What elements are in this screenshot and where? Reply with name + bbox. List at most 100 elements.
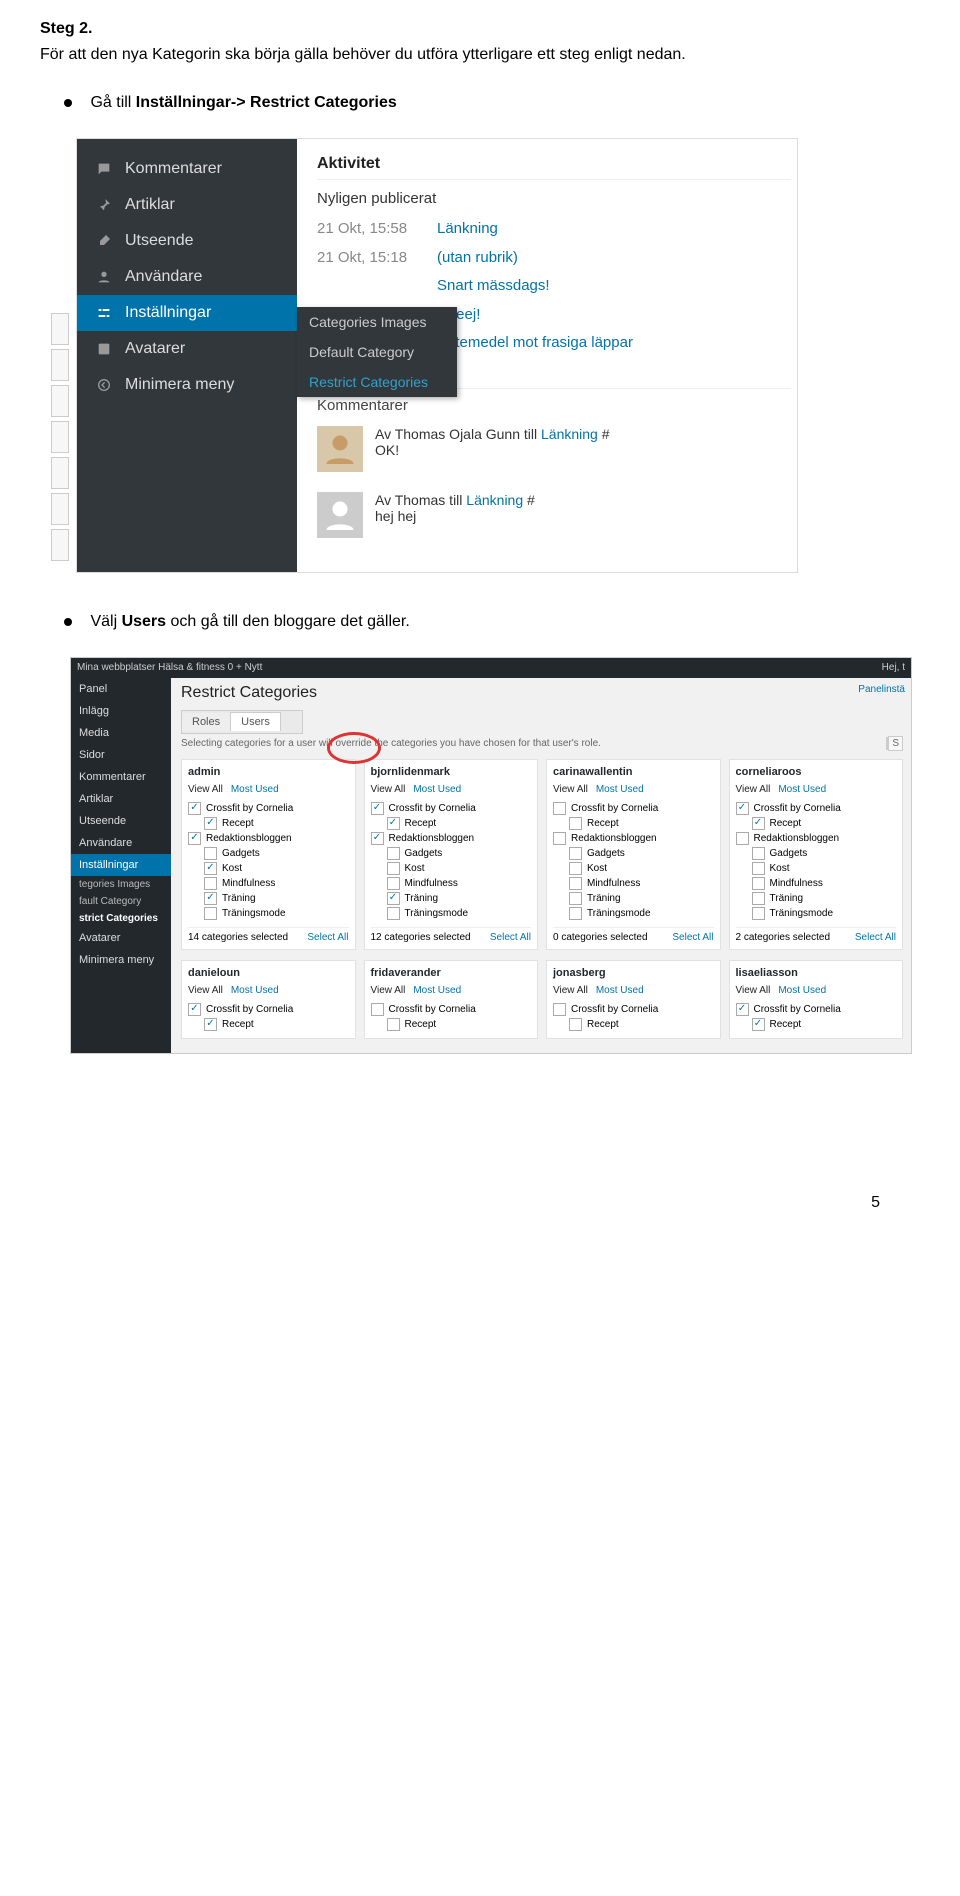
select-all-link[interactable]: Select All — [672, 932, 713, 943]
admin-sidebar[interactable]: PanelInläggMediaSidorKommentarerArtiklar… — [71, 678, 171, 1053]
select-all-link[interactable]: Select All — [490, 932, 531, 943]
checkbox[interactable]: ✓ — [204, 892, 217, 905]
checkbox[interactable]: ✓ — [736, 802, 749, 815]
most-used-link[interactable]: Most Used — [778, 985, 826, 996]
search-button[interactable]: S — [888, 736, 903, 751]
category-row[interactable]: ✓Crossfit by Cornelia — [736, 1002, 897, 1017]
category-row[interactable]: Mindfulness — [387, 876, 532, 891]
admin-sidebar[interactable]: KommentarerArtiklarUtseendeAnvändareInst… — [77, 139, 297, 572]
category-row[interactable]: Träning — [752, 891, 897, 906]
most-used-link[interactable]: Most Used — [231, 985, 279, 996]
view-all-link[interactable]: View All — [188, 784, 223, 795]
checkbox[interactable] — [387, 907, 400, 920]
sidebar-item[interactable]: Inlägg — [71, 700, 171, 722]
checkbox[interactable] — [371, 1003, 384, 1016]
row-link[interactable]: (utan rubrik) — [437, 244, 518, 273]
view-all-link[interactable]: View All — [553, 985, 588, 996]
sidebar-item[interactable]: Media — [71, 722, 171, 744]
checkbox[interactable] — [736, 832, 749, 845]
tab-users[interactable]: Users — [230, 712, 281, 731]
category-row[interactable]: ✓Recept — [204, 1017, 349, 1032]
sidebar-item-avatarer[interactable]: Avatarer — [77, 331, 297, 367]
checkbox[interactable]: ✓ — [736, 1003, 749, 1016]
checkbox[interactable]: ✓ — [752, 817, 765, 830]
checkbox[interactable] — [752, 862, 765, 875]
sidebar-item[interactable]: Sidor — [71, 744, 171, 766]
checkbox[interactable]: ✓ — [371, 832, 384, 845]
checkbox[interactable] — [569, 847, 582, 860]
sidebar-item-minimera meny[interactable]: Minimera meny — [77, 367, 297, 403]
select-all-link[interactable]: Select All — [307, 932, 348, 943]
row-link[interactable]: Snart mässdags! — [437, 272, 550, 301]
checkbox[interactable] — [569, 877, 582, 890]
checkbox[interactable] — [752, 877, 765, 890]
category-row[interactable]: ✓Recept — [387, 816, 532, 831]
sidebar-item[interactable]: Panel — [71, 678, 171, 700]
category-row[interactable]: ✓Recept — [752, 1017, 897, 1032]
checkbox[interactable] — [387, 862, 400, 875]
settings-submenu[interactable]: Categories ImagesDefault CategoryRestric… — [297, 307, 457, 397]
sidebar-item[interactable]: Avatarer — [71, 927, 171, 949]
sidebar-item[interactable]: Artiklar — [71, 788, 171, 810]
checkbox[interactable] — [387, 877, 400, 890]
view-all-link[interactable]: View All — [371, 784, 406, 795]
category-row[interactable]: Träningsmode — [569, 906, 714, 921]
most-used-link[interactable]: Most Used — [231, 784, 279, 795]
topbar-right[interactable]: Hej, t — [882, 662, 905, 673]
category-row[interactable]: ✓Träning — [204, 891, 349, 906]
category-row[interactable]: ✓Crossfit by Cornelia — [371, 801, 532, 816]
category-row[interactable]: Mindfulness — [204, 876, 349, 891]
category-row[interactable]: Gadgets — [204, 846, 349, 861]
sidebar-item[interactable]: Kommentarer — [71, 766, 171, 788]
checkbox[interactable]: ✓ — [752, 1018, 765, 1031]
checkbox[interactable] — [553, 802, 566, 815]
most-used-link[interactable]: Most Used — [413, 784, 461, 795]
view-all-link[interactable]: View All — [188, 985, 223, 996]
submenu-item[interactable]: Default Category — [297, 337, 457, 367]
sidebar-item-utseende[interactable]: Utseende — [77, 223, 297, 259]
comment-link[interactable]: Länkning — [541, 426, 598, 442]
most-used-link[interactable]: Most Used — [596, 784, 644, 795]
category-row[interactable]: ✓Redaktionsbloggen — [371, 831, 532, 846]
checkbox[interactable] — [204, 847, 217, 860]
view-all-link[interactable]: View All — [736, 784, 771, 795]
checkbox[interactable]: ✓ — [204, 1018, 217, 1031]
category-row[interactable]: ✓Crossfit by Cornelia — [736, 801, 897, 816]
checkbox[interactable] — [569, 1018, 582, 1031]
category-row[interactable]: Kost — [387, 861, 532, 876]
topbar-left[interactable]: Mina webbplatser Hälsa & fitness 0 + Nyt… — [77, 662, 262, 673]
category-row[interactable]: Gadgets — [752, 846, 897, 861]
category-row[interactable]: Redaktionsbloggen — [736, 831, 897, 846]
category-row[interactable]: ✓Crossfit by Cornelia — [188, 1002, 349, 1017]
category-row[interactable]: ✓Redaktionsbloggen — [188, 831, 349, 846]
submenu-item[interactable]: Categories Images — [297, 307, 457, 337]
checkbox[interactable]: ✓ — [387, 892, 400, 905]
row-link[interactable]: Länkning — [437, 215, 498, 244]
checkbox[interactable] — [204, 877, 217, 890]
category-row[interactable]: Recept — [569, 1017, 714, 1032]
category-row[interactable]: ✓Träning — [387, 891, 532, 906]
category-row[interactable]: Mindfulness — [569, 876, 714, 891]
category-row[interactable]: Gadgets — [387, 846, 532, 861]
checkbox[interactable]: ✓ — [188, 802, 201, 815]
most-used-link[interactable]: Most Used — [596, 985, 644, 996]
checkbox[interactable]: ✓ — [371, 802, 384, 815]
category-row[interactable]: Recept — [387, 1017, 532, 1032]
checkbox[interactable]: ✓ — [188, 1003, 201, 1016]
category-row[interactable]: Mindfulness — [752, 876, 897, 891]
category-row[interactable]: Kost — [752, 861, 897, 876]
sidebar-item-artiklar[interactable]: Artiklar — [77, 187, 297, 223]
category-row[interactable]: Träningsmode — [204, 906, 349, 921]
category-row[interactable]: Träning — [569, 891, 714, 906]
checkbox[interactable]: ✓ — [387, 817, 400, 830]
checkbox[interactable]: ✓ — [188, 832, 201, 845]
category-row[interactable]: ✓Recept — [204, 816, 349, 831]
sidebar-item[interactable]: Inställningar — [71, 854, 171, 876]
checkbox[interactable] — [569, 862, 582, 875]
checkbox[interactable] — [569, 892, 582, 905]
sidebar-subitem[interactable]: strict Categories — [71, 910, 171, 927]
view-all-link[interactable]: View All — [553, 784, 588, 795]
checkbox[interactable] — [387, 1018, 400, 1031]
view-all-link[interactable]: View All — [371, 985, 406, 996]
checkbox[interactable]: ✓ — [204, 862, 217, 875]
